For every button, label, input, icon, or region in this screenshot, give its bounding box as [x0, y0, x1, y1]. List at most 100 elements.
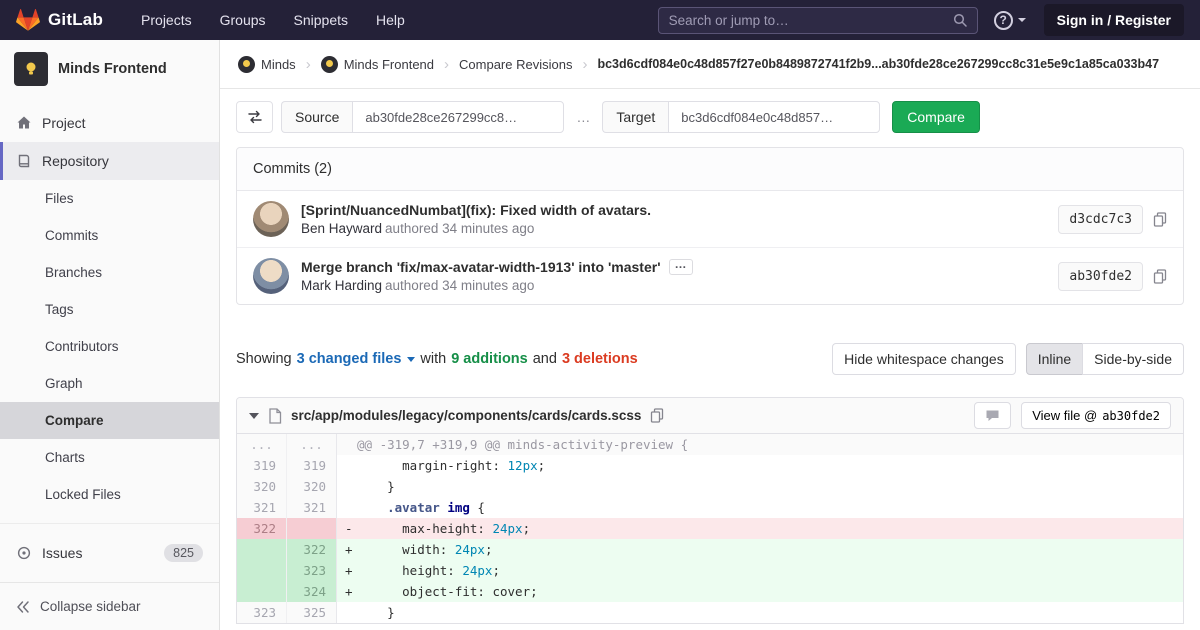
compare-button[interactable]: Compare: [892, 101, 980, 133]
sidebar-item-graph[interactable]: Graph: [0, 365, 219, 402]
sidebar-item-repository[interactable]: Repository: [0, 142, 219, 180]
old-line-number[interactable]: 319: [237, 455, 287, 476]
new-line-number[interactable]: 324: [287, 581, 337, 602]
project-header-link[interactable]: Minds Frontend: [0, 40, 219, 96]
chevron-down-icon: [1018, 18, 1026, 22]
gitlab-logo-icon: [16, 8, 40, 32]
new-line-number[interactable]: 320: [287, 476, 337, 497]
breadcrumb-label: Minds: [261, 57, 296, 72]
old-line-number[interactable]: 323: [237, 602, 287, 623]
new-line-number[interactable]: 325: [287, 602, 337, 623]
new-line-number[interactable]: 323: [287, 560, 337, 581]
project-name: Minds Frontend: [58, 61, 167, 77]
sidebar-item-label: Project: [42, 115, 86, 131]
commit-description-expander[interactable]: …: [669, 259, 693, 275]
nav-snippets[interactable]: Snippets: [294, 12, 348, 28]
sidebar-item-files[interactable]: Files: [0, 180, 219, 217]
nav-projects[interactable]: Projects: [141, 12, 192, 28]
breadcrumb-minds[interactable]: Minds: [238, 56, 296, 73]
sidebar-item-project[interactable]: Project: [0, 104, 219, 142]
commit-title-link[interactable]: Merge branch 'fix/max-avatar-width-1913'…: [301, 259, 661, 275]
old-line-number[interactable]: [237, 581, 287, 602]
old-line-number[interactable]: 322: [237, 518, 287, 539]
sidebar-item-compare[interactable]: Compare: [0, 402, 219, 439]
commits-panel-title: Commits (2): [237, 148, 1183, 191]
target-revision-input[interactable]: [668, 101, 880, 133]
copy-sha-icon[interactable]: [1153, 212, 1167, 227]
compare-form: Source … Target Compare: [236, 101, 1184, 133]
diff-line: 322+ width: 24px;: [237, 539, 1183, 560]
double-chevron-left-icon: [16, 600, 30, 614]
toggle-comments-button[interactable]: [974, 402, 1011, 429]
old-line-number[interactable]: 321: [237, 497, 287, 518]
sidebar-item-issues[interactable]: Issues 825: [0, 534, 219, 572]
diff-summary-bar: Showing 3 changed files with 9 additions…: [236, 343, 1184, 375]
sign-in-button[interactable]: Sign in / Register: [1044, 4, 1184, 36]
changed-files-dropdown[interactable]: 3 changed files: [297, 351, 416, 367]
help-icon: ?: [994, 11, 1013, 30]
sidebar-item-tags[interactable]: Tags: [0, 291, 219, 328]
diff-marker: +: [337, 539, 357, 560]
sidebar-item-charts[interactable]: Charts: [0, 439, 219, 476]
chevron-right-icon: ›: [306, 56, 311, 73]
breadcrumb-compare-revisions[interactable]: Compare Revisions: [459, 57, 572, 72]
sidebar-item-commits[interactable]: Commits: [0, 217, 219, 254]
new-line-number[interactable]: ...: [287, 434, 337, 455]
sidebar-divider: [0, 523, 219, 524]
source-revision-input[interactable]: [352, 101, 564, 133]
search-input[interactable]: [669, 13, 953, 28]
sidebar-item-branches[interactable]: Branches: [0, 254, 219, 291]
minds-group-avatar: [238, 56, 255, 73]
code-content: - max-height: 24px;: [337, 518, 1183, 539]
sidebar-item-label: Repository: [42, 153, 109, 169]
commit-sha-link[interactable]: ab30fde2: [1058, 262, 1143, 291]
nav-groups[interactable]: Groups: [220, 12, 266, 28]
diff-line: 320320 }: [237, 476, 1183, 497]
global-search[interactable]: [658, 7, 978, 34]
breadcrumb-label: Minds Frontend: [344, 57, 434, 72]
old-line-number[interactable]: [237, 560, 287, 581]
new-line-number[interactable]: 322: [287, 539, 337, 560]
diff-marker: +: [337, 560, 357, 581]
code-content: + object-fit: cover;: [337, 581, 1183, 602]
commit-title-link[interactable]: [Sprint/NuancedNumbat](fix): Fixed width…: [301, 202, 651, 218]
new-line-number[interactable]: 321: [287, 497, 337, 518]
commit-meta-text: authored 34 minutes ago: [385, 221, 534, 236]
sidebar-item-locked-files[interactable]: Locked Files: [0, 476, 219, 513]
sidebar-item-contributors[interactable]: Contributors: [0, 328, 219, 365]
diff-line: 324+ object-fit: cover;: [237, 581, 1183, 602]
commit-row: [Sprint/NuancedNumbat](fix): Fixed width…: [237, 191, 1183, 247]
swap-revisions-button[interactable]: [236, 101, 273, 133]
view-mode-toggle: Inline Side-by-side: [1026, 343, 1184, 375]
commit-sha-link[interactable]: d3cdc7c3: [1058, 205, 1143, 234]
collapse-file-icon[interactable]: [249, 413, 259, 419]
inline-view-button[interactable]: Inline: [1026, 343, 1083, 375]
side-by-side-view-button[interactable]: Side-by-side: [1082, 343, 1184, 375]
hide-whitespace-button[interactable]: Hide whitespace changes: [832, 343, 1016, 375]
gitlab-home-link[interactable]: GitLab: [16, 8, 103, 32]
commit-author-link[interactable]: Mark Harding: [301, 278, 382, 293]
commit-author-link[interactable]: Ben Hayward: [301, 221, 382, 236]
diff-marker: +: [337, 581, 357, 602]
comment-bubble-icon: [985, 409, 1000, 423]
new-line-number[interactable]: 319: [287, 455, 337, 476]
code-content: @@ -319,7 +319,9 @@ minds-activity-previ…: [337, 434, 1183, 455]
new-line-number[interactable]: [287, 518, 337, 539]
view-file-button[interactable]: View file @ ab30fde2: [1021, 402, 1171, 429]
copy-sha-icon[interactable]: [1153, 269, 1167, 284]
diff-marker: -: [337, 518, 357, 539]
copy-file-path-icon[interactable]: [650, 408, 664, 423]
diff-file-header: src/app/modules/legacy/components/cards/…: [237, 398, 1183, 434]
old-line-number[interactable]: ...: [237, 434, 287, 455]
source-label: Source: [281, 101, 352, 133]
view-file-sha: ab30fde2: [1102, 409, 1160, 423]
old-line-number[interactable]: 320: [237, 476, 287, 497]
changed-files-label: 3 changed files: [297, 351, 402, 367]
help-menu[interactable]: ?: [994, 11, 1026, 30]
old-line-number[interactable]: [237, 539, 287, 560]
nav-help[interactable]: Help: [376, 12, 405, 28]
collapse-sidebar-button[interactable]: Collapse sidebar: [0, 582, 219, 630]
diff-line: 323325 }: [237, 602, 1183, 623]
breadcrumb-minds-frontend[interactable]: Minds Frontend: [321, 56, 434, 73]
target-group: Target: [602, 101, 880, 133]
